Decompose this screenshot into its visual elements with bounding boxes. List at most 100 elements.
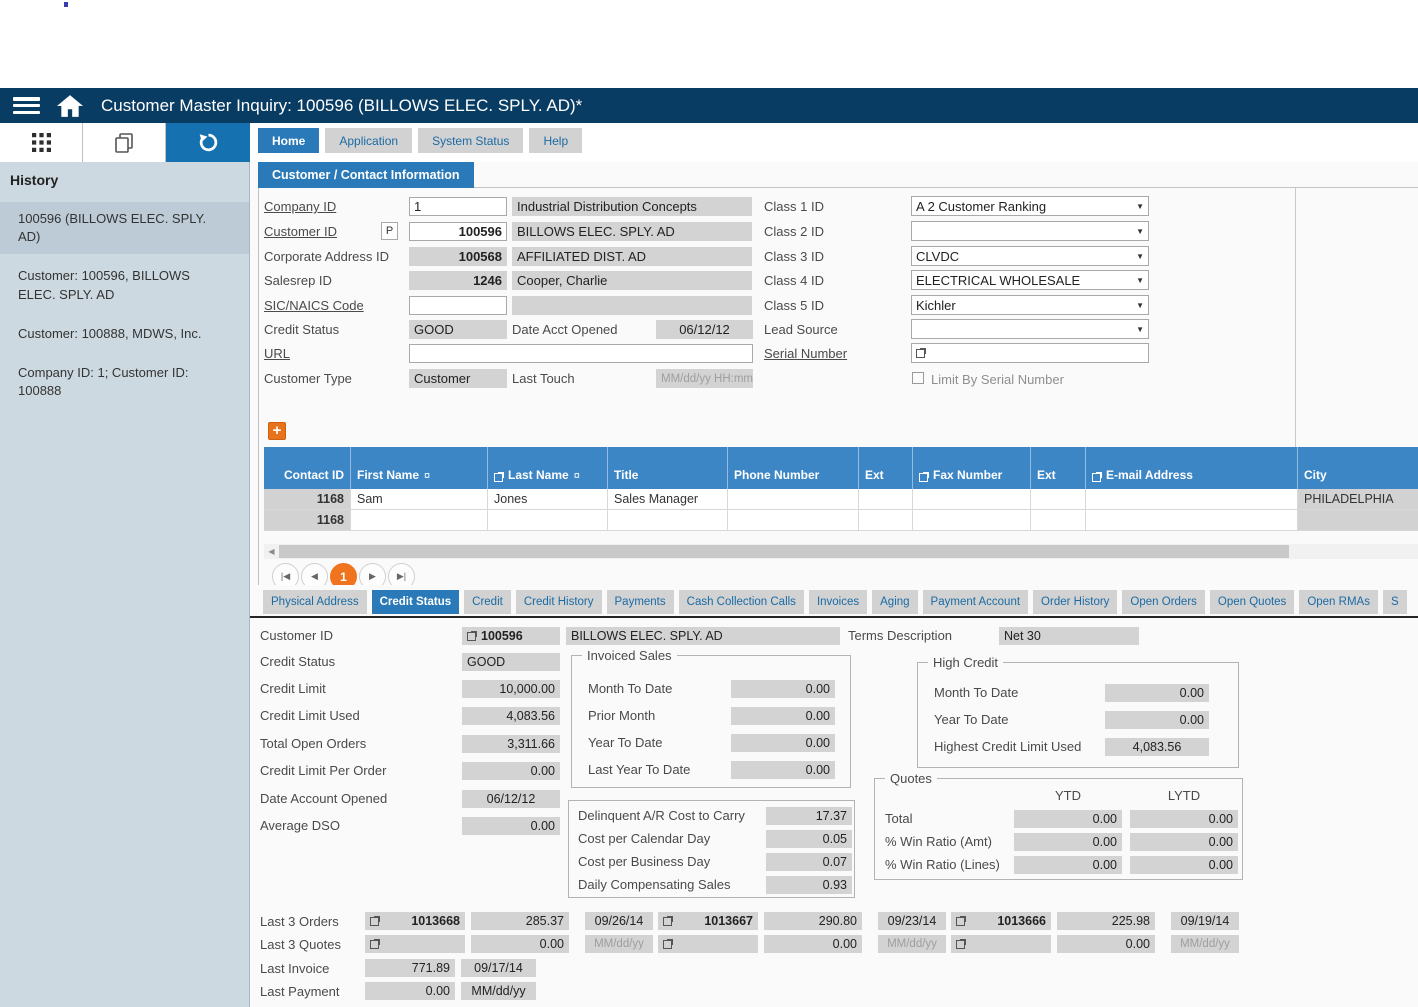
menu-tab-help[interactable]: Help — [529, 128, 582, 153]
cell-phone[interactable] — [728, 489, 859, 510]
quotes-total-ytd: 0.00 — [1014, 810, 1122, 828]
pager-first-icon[interactable]: |◀ — [272, 563, 299, 585]
limit-by-serial-checkbox[interactable] — [912, 372, 924, 384]
hamburger-menu-icon[interactable] — [13, 97, 40, 114]
tab-clipped[interactable]: S — [1383, 590, 1407, 614]
app-grid-button[interactable] — [0, 123, 83, 162]
quotes-winamt-ytd: 0.00 — [1014, 833, 1122, 851]
cell-ext1[interactable] — [859, 510, 913, 531]
external-link-icon — [663, 939, 673, 949]
url-label[interactable]: URL — [264, 346, 290, 361]
history-button[interactable] — [166, 123, 250, 162]
last-3-quotes-row: Last 3 Quotes 0.00 MM/dd/yy 0.00 MM/dd/y… — [260, 935, 1239, 953]
quote-id-field[interactable] — [951, 935, 1051, 953]
cell-last-name[interactable]: Jones — [488, 489, 608, 510]
tab-customer-contact-information[interactable]: Customer / Contact Information — [258, 162, 474, 188]
customer-id-prompt-button[interactable]: P — [381, 222, 398, 240]
menu-tab-home[interactable]: Home — [258, 128, 319, 153]
cell-phone[interactable] — [728, 510, 859, 531]
sic-naics-input[interactable] — [409, 296, 507, 315]
tab-payment-account[interactable]: Payment Account — [923, 590, 1029, 614]
cs-customer-id-field[interactable]: 100596 — [462, 627, 560, 645]
history-item[interactable]: Company ID: 1; Customer ID: 100888 — [0, 356, 249, 408]
external-link-icon — [467, 631, 477, 641]
tab-credit[interactable]: Credit — [464, 590, 511, 614]
cell-first-name[interactable]: Sam — [351, 489, 488, 510]
credit-limit-per-order-label: Credit Limit Per Order — [260, 763, 386, 778]
pager-next-icon[interactable]: ▶ — [359, 563, 386, 585]
pager-page-1[interactable]: 1 — [330, 563, 357, 585]
order-id-field[interactable]: 1013667 — [658, 912, 758, 930]
cell-last-name[interactable] — [488, 510, 608, 531]
cell-ext2[interactable] — [1031, 489, 1086, 510]
tab-credit-status[interactable]: Credit Status — [372, 590, 460, 614]
class-5-select[interactable]: Kichler ▼ — [911, 295, 1149, 315]
history-item[interactable]: Customer: 100888, MDWS, Inc. — [0, 317, 249, 351]
serial-number-input[interactable] — [911, 343, 1149, 363]
customer-type-field: Customer — [409, 369, 507, 388]
add-contact-button[interactable]: + — [268, 422, 286, 440]
serial-number-label[interactable]: Serial Number — [764, 346, 847, 361]
quote-date-field: MM/dd/yy — [1171, 935, 1239, 953]
salesrep-id-field: 1246 — [409, 271, 507, 290]
class-3-select[interactable]: CLVDC ▼ — [911, 246, 1149, 266]
scrollbar-thumb[interactable] — [279, 545, 1289, 558]
tab-physical-address[interactable]: Physical Address — [263, 590, 367, 614]
cell-email[interactable] — [1086, 510, 1298, 531]
tab-open-rmas[interactable]: Open RMAs — [1299, 590, 1378, 614]
tab-invoices[interactable]: Invoices — [809, 590, 867, 614]
tab-payments[interactable]: Payments — [607, 590, 674, 614]
customer-id-input[interactable] — [409, 222, 507, 241]
quote-id-field[interactable] — [365, 935, 465, 953]
is-mtd-field: 0.00 — [731, 680, 835, 698]
tab-cash-collection-calls[interactable]: Cash Collection Calls — [679, 590, 804, 614]
external-link-icon — [956, 916, 966, 926]
invoiced-sales-legend: Invoiced Sales — [582, 648, 677, 663]
scroll-left-arrow-icon[interactable]: ◀ — [264, 544, 279, 559]
cell-ext1[interactable] — [859, 489, 913, 510]
cell-title[interactable] — [608, 510, 728, 531]
cell-first-name[interactable] — [351, 510, 488, 531]
corporate-address-id-field: 100568 — [409, 247, 507, 266]
url-input[interactable] — [409, 344, 753, 363]
home-icon[interactable] — [57, 95, 83, 117]
class-4-select[interactable]: ELECTRICAL WHOLESALE ▼ — [911, 270, 1149, 290]
menu-tab-application[interactable]: Application — [325, 128, 412, 153]
sic-naics-label[interactable]: SIC/NAICS Code — [264, 298, 364, 313]
class-2-select[interactable]: ▼ — [911, 221, 1149, 241]
class-1-select[interactable]: A 2 Customer Ranking ▼ — [911, 196, 1149, 216]
external-link-icon — [916, 348, 926, 358]
cell-fax[interactable] — [913, 489, 1031, 510]
tab-open-orders[interactable]: Open Orders — [1122, 590, 1204, 614]
horizontal-scrollbar[interactable]: ◀ — [264, 544, 1418, 559]
company-id-input[interactable] — [409, 197, 507, 216]
order-id-field[interactable]: 1013666 — [951, 912, 1051, 930]
history-item[interactable]: 100596 (BILLOWS ELEC. SPLY. AD) — [0, 202, 249, 254]
contact-row[interactable]: 1168 — [264, 510, 1418, 531]
menu-tab-system-status[interactable]: System Status — [418, 128, 523, 153]
cs-credit-status-field: GOOD — [462, 653, 560, 671]
order-id-field[interactable]: 1013668 — [365, 912, 465, 930]
tab-aging[interactable]: Aging — [872, 590, 917, 614]
pager-last-icon[interactable]: ▶| — [388, 563, 415, 585]
history-item[interactable]: Customer: 100596, BILLOWS ELEC. SPLY. AD — [0, 259, 249, 311]
tab-credit-history[interactable]: Credit History — [516, 590, 602, 614]
tab-order-history[interactable]: Order History — [1033, 590, 1117, 614]
contact-row[interactable]: 1168 Sam Jones Sales Manager PHILADELPHI… — [264, 489, 1418, 510]
cell-fax[interactable] — [913, 510, 1031, 531]
tab-open-quotes[interactable]: Open Quotes — [1210, 590, 1294, 614]
pager-prev-icon[interactable]: ◀ — [301, 563, 328, 585]
lead-source-select[interactable]: ▼ — [911, 319, 1149, 339]
cell-email[interactable] — [1086, 489, 1298, 510]
last-touch-label: Last Touch — [512, 371, 575, 386]
cell-ext2[interactable] — [1031, 510, 1086, 531]
company-id-label[interactable]: Company ID — [264, 199, 336, 214]
customer-id-label[interactable]: Customer ID — [264, 224, 337, 239]
copy-windows-button[interactable] — [83, 123, 166, 162]
class-3-id-label: Class 3 ID — [764, 249, 824, 264]
order-amount-field: 225.98 — [1057, 912, 1155, 930]
quote-id-field[interactable] — [658, 935, 758, 953]
quotes-winamt-lytd: 0.00 — [1130, 833, 1238, 851]
cell-title[interactable]: Sales Manager — [608, 489, 728, 510]
chevron-down-icon: ▼ — [1136, 301, 1144, 310]
